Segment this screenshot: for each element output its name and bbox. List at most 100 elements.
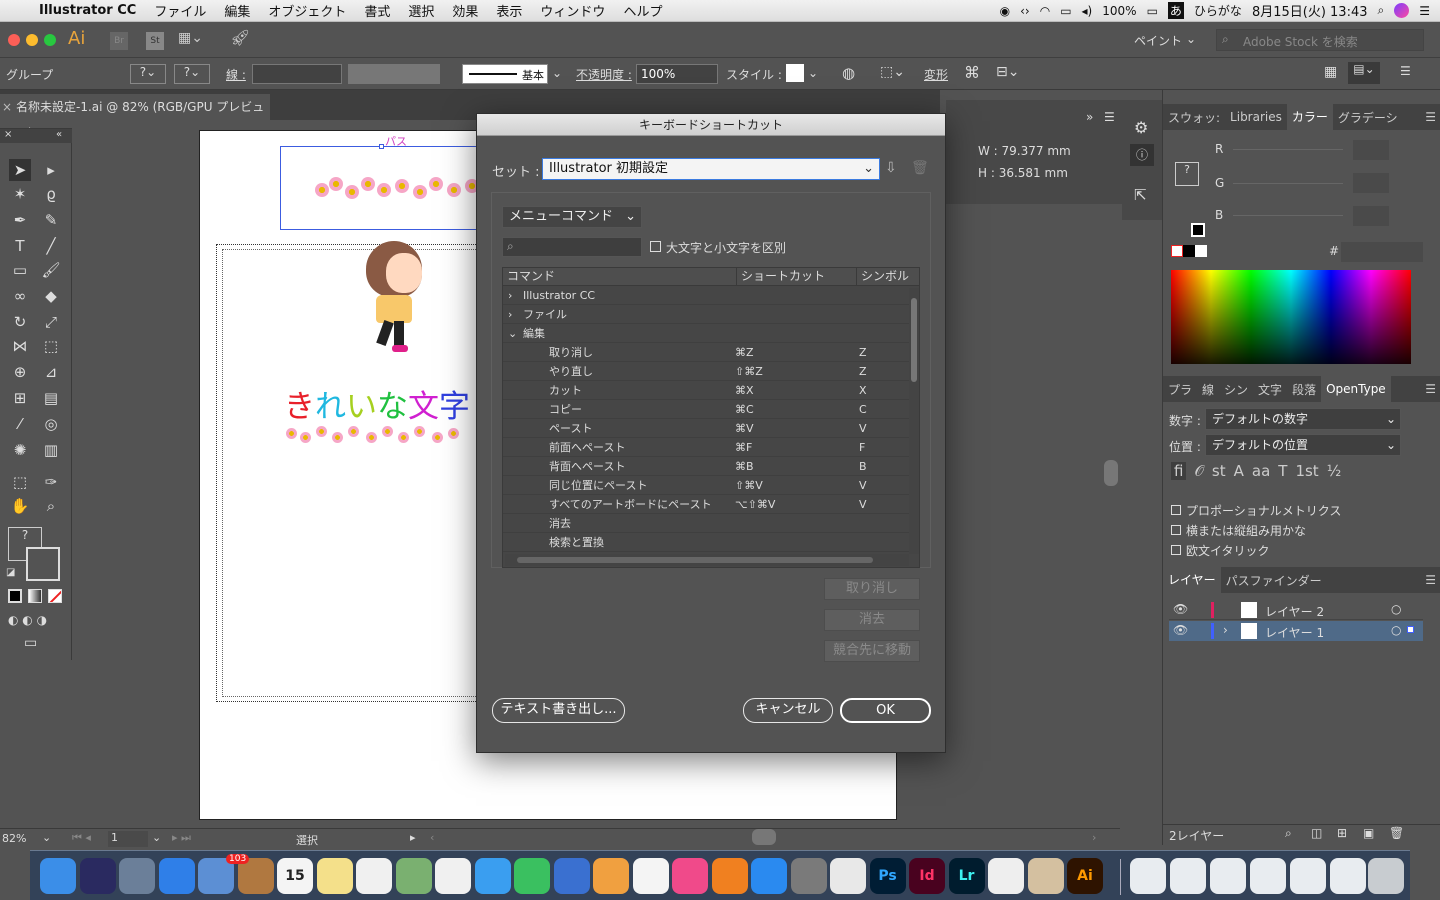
- tab-paragraph[interactable]: 段落: [1287, 381, 1321, 398]
- line-tool-icon[interactable]: ╱: [40, 235, 62, 257]
- command-symbol[interactable]: F: [857, 438, 865, 456]
- command-symbol[interactable]: V: [857, 419, 867, 437]
- tab-stroke[interactable]: 線: [1197, 381, 1219, 398]
- tab-gradient[interactable]: グラデーシ: [1333, 109, 1403, 126]
- tab-pathfinder[interactable]: パスファインダー: [1221, 572, 1327, 589]
- command-shortcut[interactable]: ⌘F: [735, 438, 857, 456]
- number-select[interactable]: デフォルトの数字 ⌄: [1205, 408, 1401, 430]
- menu-view[interactable]: 表示: [487, 1, 531, 20]
- command-symbol[interactable]: V: [857, 476, 867, 494]
- color-spectrum[interactable]: [1171, 270, 1411, 364]
- workspace-switcher[interactable]: ペイント: [1134, 32, 1182, 49]
- check-kana[interactable]: 横または縦組み用かな: [1171, 522, 1341, 542]
- selection-bounding-box[interactable]: パス: [280, 135, 480, 230]
- list-scrollbar-thumb[interactable]: [911, 298, 917, 382]
- command-row[interactable]: カット ⌘X X: [503, 381, 919, 400]
- target-icon[interactable]: ○: [1391, 602, 1401, 616]
- expand-icon[interactable]: ›: [503, 286, 523, 304]
- shortcut-search-input[interactable]: ⌕: [502, 237, 642, 257]
- input-mode[interactable]: ひらがな: [1194, 2, 1242, 19]
- blend-tool-icon[interactable]: ◎: [40, 413, 62, 435]
- menu-type[interactable]: 書式: [355, 1, 399, 20]
- command-symbol[interactable]: V: [857, 495, 867, 513]
- rectangle-tool-icon[interactable]: ▭: [9, 259, 31, 281]
- tree-row[interactable]: › ファイル: [503, 305, 919, 324]
- collapse-icon[interactable]: «: [56, 129, 62, 140]
- menu-icon[interactable]: ☰: [1420, 573, 1440, 587]
- tab-symbols[interactable]: シン: [1219, 381, 1253, 398]
- document-tab[interactable]: × 名称未設定-1.ai @ 82% (RGB/GPU プレビュー): [0, 94, 270, 140]
- tree-row[interactable]: › Illustrator CC: [503, 286, 919, 305]
- dock-app-reminders[interactable]: [356, 858, 392, 894]
- expand-icon[interactable]: ›: [1223, 623, 1228, 637]
- command-shortcut[interactable]: ⌘C: [735, 400, 857, 418]
- command-symbol[interactable]: Z: [857, 343, 867, 361]
- dock-app-ibooks[interactable]: [711, 858, 748, 894]
- command-shortcut[interactable]: [735, 533, 857, 551]
- artboard-number[interactable]: 1: [108, 831, 148, 847]
- tab-color[interactable]: カラー: [1286, 104, 1333, 130]
- layer-row[interactable]: 👁︎ レイヤー 2 ○: [1169, 600, 1423, 620]
- dock-app-pages[interactable]: [593, 858, 629, 894]
- girl-illustration[interactable]: [360, 237, 430, 357]
- discretionary-button[interactable]: st: [1212, 462, 1226, 480]
- column-shortcut[interactable]: ショートカット: [737, 268, 857, 285]
- lasso-icon[interactable]: ϱ: [40, 183, 62, 205]
- gradient-tool-icon[interactable]: ▤: [40, 387, 62, 409]
- default-colors-icon[interactable]: ◪: [6, 567, 15, 578]
- dock-app-alpaca[interactable]: [988, 858, 1024, 894]
- tree-row[interactable]: ⌄ 編集: [503, 324, 919, 343]
- screen-mode-icon[interactable]: ▭: [24, 635, 37, 651]
- swash-button[interactable]: A: [1234, 462, 1244, 480]
- collapse-icon[interactable]: ⌄: [503, 324, 523, 342]
- fill-color-swatch[interactable]: ?⌄: [130, 64, 166, 84]
- save-set-icon[interactable]: ⇩: [885, 160, 897, 176]
- bridge-button[interactable]: Br: [110, 32, 128, 50]
- dock-app-launchpad[interactable]: [119, 858, 155, 894]
- category-select[interactable]: メニューコマンド ⌄: [502, 206, 642, 228]
- dock-app-siri[interactable]: [79, 858, 116, 894]
- export-icon[interactable]: ⇱: [1134, 186, 1147, 204]
- dock-app-prefs[interactable]: [790, 858, 827, 894]
- ok-button[interactable]: OK: [840, 698, 931, 723]
- anchor-point[interactable]: [379, 144, 384, 149]
- column-symbol[interactable]: シンボル: [857, 268, 909, 285]
- layer-row[interactable]: 👁︎ › レイヤー 1 ○: [1169, 621, 1423, 641]
- dock-app-itunes[interactable]: [672, 858, 708, 894]
- gear-icon[interactable]: ⚙: [1134, 118, 1148, 137]
- opacity-field[interactable]: 100%: [636, 64, 718, 84]
- gpu-performance-icon[interactable]: 🚀︎: [230, 28, 250, 47]
- dock-window-thumbnail[interactable]: [1250, 858, 1286, 894]
- hex-field[interactable]: [1341, 242, 1423, 262]
- stylistic-button[interactable]: aa: [1252, 462, 1270, 480]
- g-field[interactable]: [1353, 173, 1389, 193]
- command-shortcut[interactable]: ⇧⌘V: [735, 476, 857, 494]
- black-swatch[interactable]: [1191, 223, 1205, 237]
- g-slider[interactable]: [1233, 183, 1343, 184]
- eye-icon[interactable]: 👁︎: [1173, 623, 1188, 637]
- brush-definition[interactable]: 基本: [462, 64, 548, 84]
- command-row[interactable]: ペースト ⌘V V: [503, 419, 919, 438]
- trash-icon[interactable]: [1368, 858, 1404, 894]
- fraction-button[interactable]: ½: [1327, 462, 1342, 480]
- horizontal-scrollbar-thumb[interactable]: [752, 829, 776, 845]
- free-transform-icon[interactable]: ⬚: [40, 335, 62, 357]
- recolor-artwork-icon[interactable]: ◍: [842, 64, 855, 82]
- dock-app-id[interactable]: Id: [909, 858, 945, 894]
- dock-app-script[interactable]: [1027, 858, 1064, 894]
- isolate-group-icon[interactable]: ⌘: [964, 63, 980, 82]
- curvature-tool-icon[interactable]: ✎: [40, 209, 62, 231]
- command-row[interactable]: 背面へペースト ⌘B B: [503, 457, 919, 476]
- command-row[interactable]: 同じ位置にペースト ⇧⌘V V: [503, 476, 919, 495]
- titling-button[interactable]: T: [1278, 462, 1287, 480]
- layer-name[interactable]: レイヤー 1: [1265, 624, 1324, 641]
- dock-window-thumbnail[interactable]: [1330, 858, 1366, 894]
- eye-icon[interactable]: 👁︎: [1173, 602, 1188, 616]
- check-italic[interactable]: 欧文イタリック: [1171, 542, 1341, 562]
- dock-app-finder[interactable]: [40, 858, 76, 894]
- position-select[interactable]: デフォルトの位置 ⌄: [1205, 434, 1401, 456]
- tab-appearance[interactable]: プラ: [1163, 381, 1197, 398]
- close-tab-icon[interactable]: ×: [2, 94, 12, 120]
- minimize-window-button[interactable]: [26, 34, 38, 46]
- dock-app-keynote[interactable]: [553, 858, 590, 894]
